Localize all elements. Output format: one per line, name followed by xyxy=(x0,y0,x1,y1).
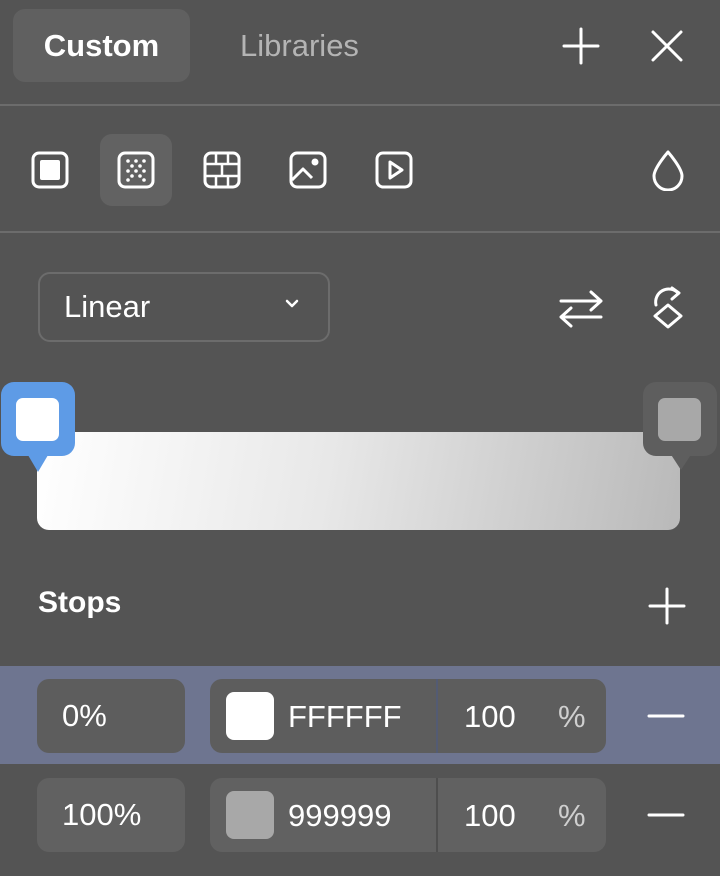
tab-libraries[interactable]: Libraries xyxy=(212,9,387,82)
stop-position-value: 0% xyxy=(62,698,107,733)
remove-stop-icon[interactable] xyxy=(646,795,686,835)
opacity-drop-icon[interactable] xyxy=(648,148,688,192)
header-divider xyxy=(0,104,720,106)
gradient-fill-icon xyxy=(117,151,155,189)
fill-type-divider xyxy=(0,231,720,233)
close-icon[interactable] xyxy=(646,25,688,67)
add-icon[interactable] xyxy=(560,25,602,67)
opacity-unit-label: % xyxy=(558,699,586,734)
swap-stops-icon[interactable] xyxy=(556,287,606,331)
stop-color-swatch[interactable] xyxy=(226,692,274,740)
stops-heading: Stops xyxy=(38,586,122,619)
field-separator xyxy=(436,679,438,753)
fill-type-image-button[interactable] xyxy=(272,134,344,206)
gradient-stop-handle-end[interactable] xyxy=(643,382,717,470)
rotate-gradient-icon[interactable] xyxy=(646,282,690,332)
fill-type-pattern-button[interactable] xyxy=(186,134,258,206)
stop-row[interactable]: 100% 999999 100 % xyxy=(0,765,720,863)
tab-custom[interactable]: Custom xyxy=(13,9,190,82)
stop-opacity-input[interactable]: 100 xyxy=(464,699,516,735)
stop-position-input[interactable]: 100% xyxy=(37,778,185,852)
chevron-down-icon xyxy=(285,299,299,308)
stop-color-swatch[interactable] xyxy=(226,791,274,839)
stop-opacity-input[interactable]: 100 xyxy=(464,798,516,834)
fill-type-video-button[interactable] xyxy=(358,134,430,206)
video-fill-icon xyxy=(375,151,413,189)
stop-color-field[interactable]: FFFFFF 100 % xyxy=(210,679,606,753)
stop-position-input[interactable]: 0% xyxy=(37,679,185,753)
stop-color-field[interactable]: 999999 100 % xyxy=(210,778,606,852)
field-separator xyxy=(436,778,438,852)
stop-position-value: 100% xyxy=(62,797,142,832)
handle-pointer xyxy=(668,450,694,470)
fill-type-gradient-button[interactable] xyxy=(100,134,172,206)
add-stop-icon[interactable] xyxy=(646,585,688,627)
opacity-unit-label: % xyxy=(558,798,586,833)
stop-row[interactable]: 0% FFFFFF 100 % xyxy=(0,666,720,764)
pattern-fill-icon xyxy=(203,151,241,189)
handle-pointer xyxy=(25,450,51,472)
stop-color-swatch xyxy=(16,398,59,441)
fill-type-solid-button[interactable] xyxy=(14,134,86,206)
gradient-type-label: Linear xyxy=(64,289,151,324)
stop-color-swatch xyxy=(658,398,701,441)
gradient-type-dropdown[interactable]: Linear xyxy=(38,272,330,342)
gradient-preview-bar[interactable] xyxy=(37,432,680,530)
solid-fill-icon xyxy=(31,151,69,189)
stop-hex-input[interactable]: FFFFFF xyxy=(288,699,402,735)
image-fill-icon xyxy=(289,151,327,189)
remove-stop-icon[interactable] xyxy=(646,696,686,736)
gradient-stop-handle-start[interactable] xyxy=(1,382,75,472)
stop-hex-input[interactable]: 999999 xyxy=(288,798,391,834)
